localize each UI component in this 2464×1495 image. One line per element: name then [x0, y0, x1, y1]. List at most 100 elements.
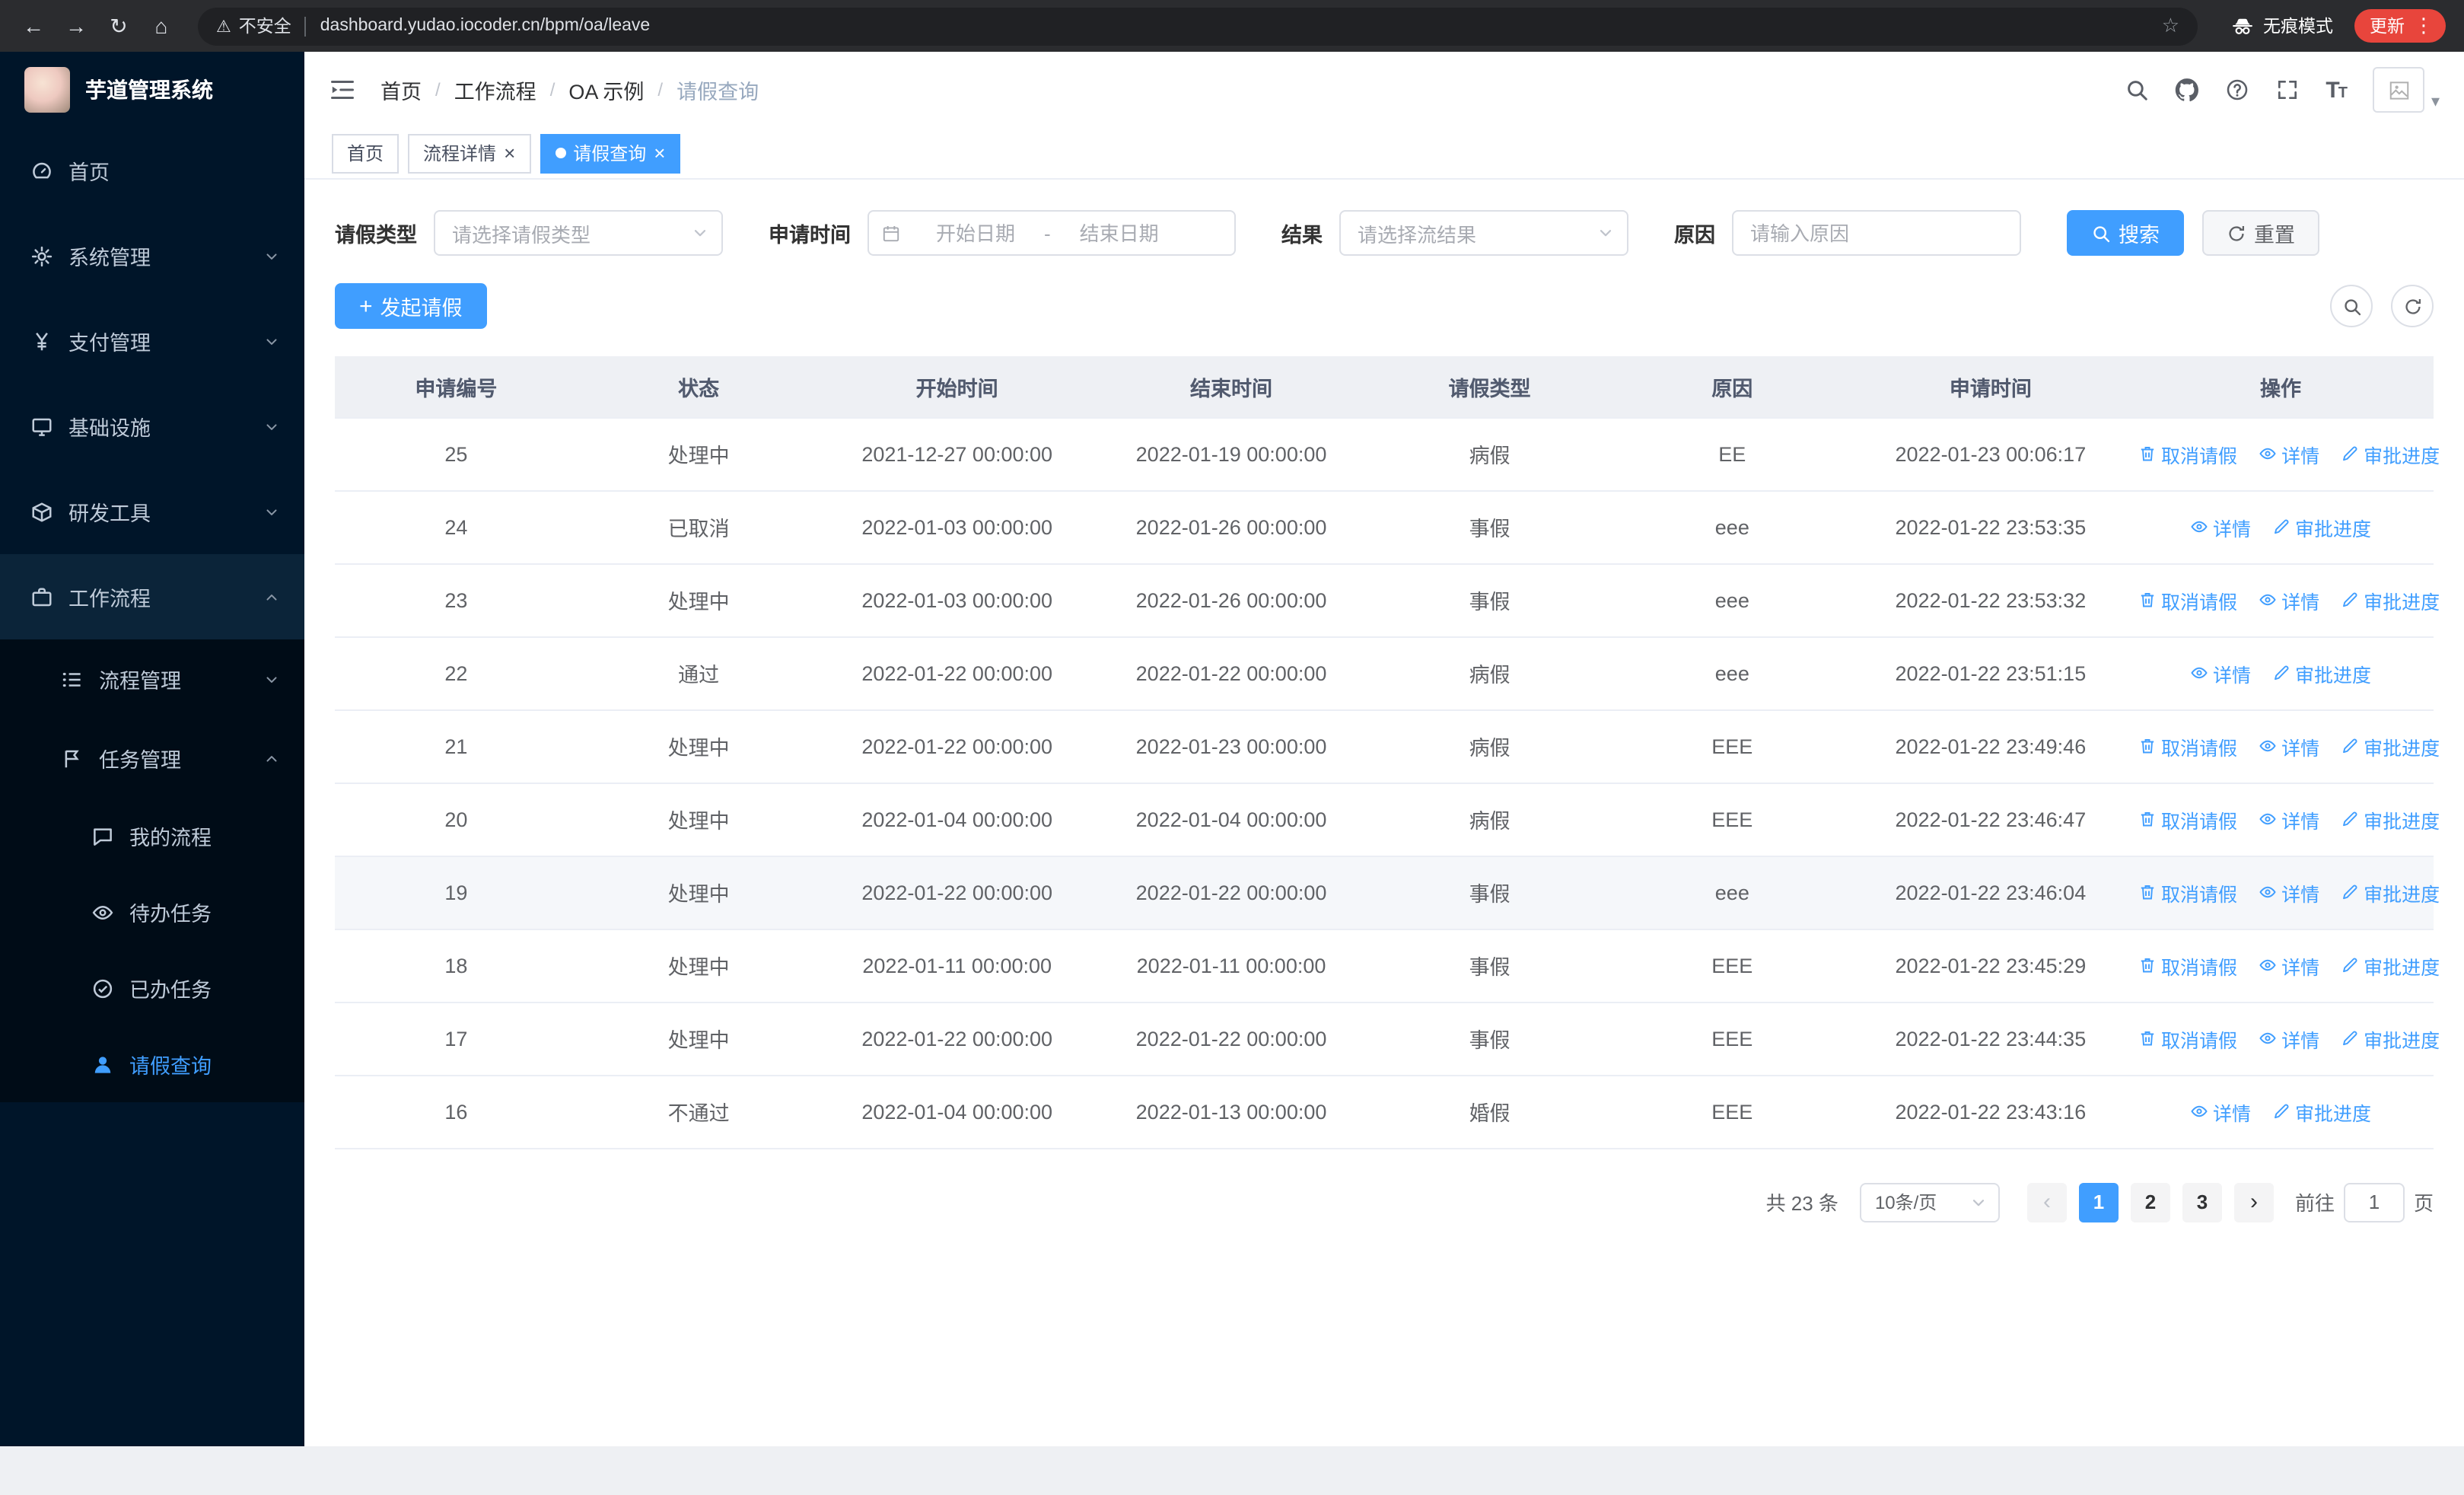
action-progress-link[interactable]: 审批进度 [2341, 732, 2440, 760]
table-row[interactable]: 19 处理中 2022-01-22 00:00:00 2022-01-22 00:00… [335, 856, 2440, 929]
create-leave-button[interactable]: + 发起请假 [335, 283, 487, 329]
sidebar-item-home[interactable]: 首页 [0, 128, 304, 213]
sidebar-item-system[interactable]: 系统管理 [0, 213, 304, 298]
action-cancel-link[interactable]: 取消请假 [2138, 878, 2237, 907]
user-avatar[interactable] [2373, 67, 2425, 113]
action-cancel-link[interactable]: 取消请假 [2138, 1024, 2237, 1053]
table-row[interactable]: 23 处理中 2022-01-03 00:00:00 2022-01-26 00:00… [335, 563, 2440, 637]
sidebar-item-my-process[interactable]: 我的流程 [0, 798, 304, 874]
sidebar-item-task-management[interactable]: 任务管理 [0, 719, 304, 798]
table-row[interactable]: 20 处理中 2022-01-04 00:00:00 2022-01-04 00:00… [335, 783, 2440, 856]
cell-type: 事假 [1368, 563, 1611, 637]
action-progress-link[interactable]: 审批进度 [2272, 658, 2371, 687]
table-row[interactable]: 25 处理中 2021-12-27 00:00:00 2022-01-19 00:00… [335, 417, 2440, 491]
collapse-sidebar-icon[interactable] [329, 76, 356, 104]
action-cancel-link[interactable]: 取消请假 [2138, 951, 2237, 980]
menu-dots-icon[interactable]: ⋮ [2408, 14, 2440, 38]
caret-down-icon[interactable]: ▾ [2431, 91, 2440, 110]
page-button[interactable]: 1 [2078, 1182, 2119, 1222]
table-row[interactable]: 18 处理中 2022-01-11 00:00:00 2022-01-11 00:00… [335, 929, 2440, 1003]
table-row[interactable]: 22 通过 2022-01-22 00:00:00 2022-01-22 00:00:… [335, 636, 2434, 710]
sidebar-item-todo-tasks[interactable]: 待办任务 [0, 874, 304, 950]
table-row[interactable]: 17 处理中 2022-01-22 00:00:00 2022-01-22 00:00… [335, 1002, 2440, 1076]
tab-process-detail[interactable]: 流程详情 × [408, 133, 531, 173]
help-icon[interactable] [2225, 78, 2249, 102]
bookmark-star-icon[interactable]: ☆ [2162, 14, 2179, 38]
url-text[interactable]: dashboard.yudao.iocoder.cn/bpm/oa/leave [320, 17, 651, 35]
action-detail-link[interactable]: 详情 [2190, 512, 2251, 541]
table-row[interactable]: 24 已取消 2022-01-03 00:00:00 2022-01-26 00:00… [335, 490, 2434, 564]
action-detail-link[interactable]: 详情 [2259, 878, 2319, 907]
action-cancel-link[interactable]: 取消请假 [2138, 585, 2237, 614]
home-button[interactable]: ⌂ [143, 8, 180, 44]
table-row[interactable]: 16 不通过 2022-01-04 00:00:00 2022-01-13 00:00… [335, 1075, 2434, 1149]
table-row[interactable]: 21 处理中 2022-01-22 00:00:00 2022-01-23 00:00… [335, 709, 2440, 783]
action-detail-link[interactable]: 详情 [2259, 805, 2319, 834]
github-icon[interactable] [2175, 78, 2199, 102]
sidebar-item-workflow[interactable]: 工作流程 [0, 554, 304, 639]
reset-button[interactable]: 重置 [2202, 210, 2319, 256]
action-cancel-link[interactable]: 取消请假 [2138, 732, 2237, 760]
reload-button[interactable]: ↻ [100, 8, 137, 44]
action-detail-link[interactable]: 详情 [2259, 439, 2319, 468]
action-progress-link[interactable]: 审批进度 [2341, 878, 2440, 907]
fullscreen-icon[interactable] [2275, 78, 2300, 102]
cell-start: 2022-01-22 00:00:00 [820, 636, 1094, 710]
page-button[interactable]: 3 [2182, 1182, 2222, 1222]
forward-button[interactable]: → [58, 8, 94, 44]
breadcrumb-item[interactable]: 工作流程 [454, 75, 536, 105]
action-progress-link[interactable]: 审批进度 [2341, 951, 2440, 980]
toggle-search-button[interactable] [2330, 285, 2373, 327]
action-cancel-link[interactable]: 取消请假 [2138, 805, 2237, 834]
sidebar-item-payment[interactable]: 支付管理 [0, 298, 304, 384]
start-date-input[interactable] [910, 222, 1041, 244]
sidebar-item-process-management[interactable]: 流程管理 [0, 639, 304, 719]
tab-home[interactable]: 首页 [332, 133, 400, 173]
leave-type-select[interactable]: 请选择请假类型 [434, 210, 723, 256]
url-bar[interactable]: ⚠ 不安全 dashboard.yudao.iocoder.cn/bpm/oa/… [198, 7, 2198, 45]
action-detail-link[interactable]: 详情 [2259, 1024, 2319, 1053]
update-button[interactable]: 更新 ⋮ [2354, 9, 2446, 43]
page-size-select[interactable]: 10条/页 [1859, 1182, 2000, 1222]
close-icon[interactable]: × [654, 143, 665, 163]
date-range-picker[interactable]: - [867, 210, 1236, 256]
action-progress-link[interactable]: 审批进度 [2272, 1097, 2371, 1126]
breadcrumb-item[interactable]: OA 示例 [568, 75, 644, 105]
action-progress-link[interactable]: 审批进度 [2341, 439, 2440, 468]
back-button[interactable]: ← [15, 8, 52, 44]
close-icon[interactable]: × [504, 143, 515, 163]
action-progress-link[interactable]: 审批进度 [2272, 512, 2371, 541]
goto-page-input[interactable] [2343, 1182, 2405, 1222]
page-button[interactable]: 2 [2130, 1182, 2170, 1222]
tab-leave-query[interactable]: 请假查询 × [540, 133, 681, 173]
security-label[interactable]: 不安全 [239, 14, 291, 38]
prev-page-button[interactable]: ‹ [2026, 1182, 2067, 1222]
breadcrumb-item[interactable]: 首页 [380, 75, 422, 105]
action-progress-link[interactable]: 审批进度 [2341, 585, 2440, 614]
sidebar-item-infrastructure[interactable]: 基础设施 [0, 384, 304, 469]
action-detail-link[interactable]: 详情 [2259, 585, 2319, 614]
cell-reason: eee [1610, 563, 1854, 637]
end-date-input[interactable] [1053, 222, 1185, 244]
sidebar-item-leave-query[interactable]: 请假查询 [0, 1026, 304, 1102]
search-button[interactable]: 搜索 [2067, 210, 2184, 256]
reason-input[interactable] [1750, 222, 2003, 244]
result-select[interactable]: 请选择流结果 [1339, 210, 1628, 256]
action-cancel-link[interactable]: 取消请假 [2138, 439, 2237, 468]
view-icon [2259, 591, 2277, 609]
font-size-icon[interactable]: TT [2326, 77, 2348, 103]
action-detail-link[interactable]: 详情 [2259, 951, 2319, 980]
sidebar-item-devtools[interactable]: 研发工具 [0, 469, 304, 554]
action-progress-link[interactable]: 审批进度 [2341, 805, 2440, 834]
action-detail-link[interactable]: 详情 [2190, 658, 2251, 687]
refresh-table-button[interactable] [2391, 285, 2434, 327]
sidebar-item-done-tasks[interactable]: 已办任务 [0, 950, 304, 1026]
action-detail-link[interactable]: 详情 [2259, 732, 2319, 760]
dashboard-icon [30, 159, 53, 182]
action-detail-link[interactable]: 详情 [2190, 1097, 2251, 1126]
next-page-button[interactable]: › [2233, 1182, 2274, 1222]
cell-id: 17 [335, 1002, 578, 1076]
search-icon[interactable] [2125, 78, 2149, 102]
cell-id: 24 [335, 490, 578, 564]
action-progress-link[interactable]: 审批进度 [2341, 1024, 2440, 1053]
